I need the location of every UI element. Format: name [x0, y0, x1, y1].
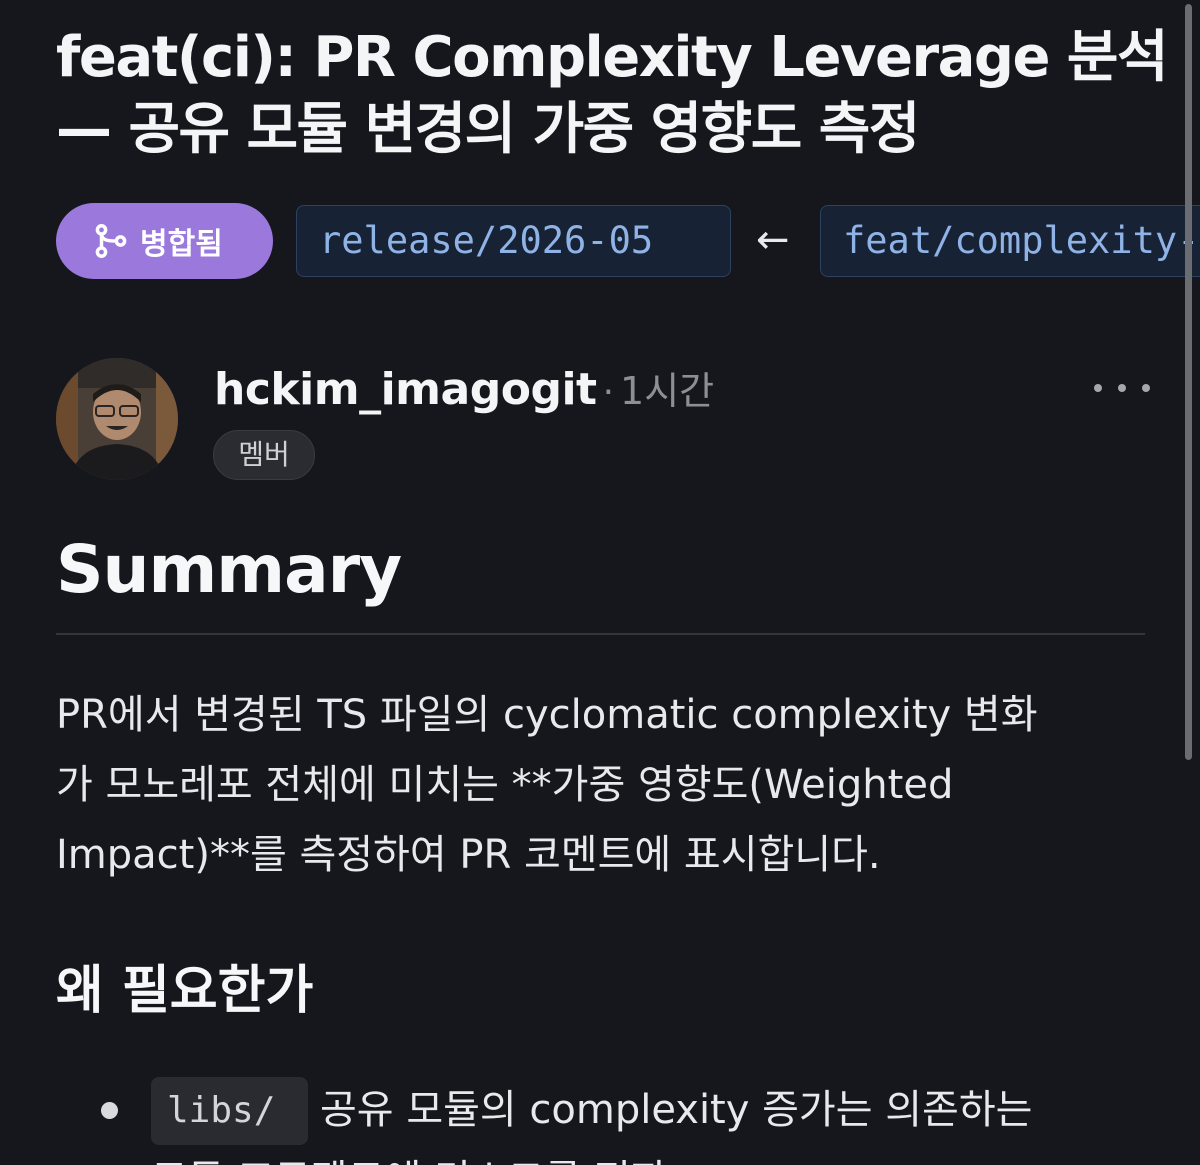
pr-title-line1: feat(ci): PR Complexity Leverage 분석 — [56, 25, 1168, 90]
summary-paragraph: PR에서 변경된 TS 파일의 cyclomatic complexity 변화… — [56, 680, 1156, 890]
inline-code: libs/ — [151, 1077, 308, 1145]
base-branch-label[interactable]: release/2026-05 — [296, 205, 731, 277]
member-role-badge: 멤버 — [213, 430, 315, 480]
git-merge-icon — [95, 224, 127, 258]
pr-title: feat(ci): PR Complexity Leverage 분석 — 공유… — [56, 22, 1168, 166]
summary-line-3: Impact)**를 측정하여 PR 코멘트에 표시합니다. — [56, 832, 881, 878]
summary-line-1: PR에서 변경된 TS 파일의 cyclomatic complexity 변화 — [56, 692, 1038, 738]
more-horizontal-icon — [1094, 384, 1102, 392]
summary-heading: Summary — [56, 531, 402, 608]
author-separator: · — [602, 372, 615, 413]
list-bullet — [101, 1102, 118, 1119]
heading-divider — [56, 633, 1145, 635]
list-item-text-continued: 모든 프로젝트에 리스크를 전파 — [151, 1145, 668, 1165]
pr-title-line2: — 공유 모듈 변경의 가중 영향도 측정 — [56, 97, 920, 162]
merged-status-badge: 병합됨 — [56, 203, 273, 279]
more-options-button[interactable] — [1094, 370, 1150, 406]
more-horizontal-icon-dot2 — [1118, 384, 1126, 392]
author-line: hckim_imagogit · 1시간 — [214, 360, 714, 423]
post-time: 1시간 — [620, 369, 715, 413]
author-name[interactable]: hckim_imagogit — [214, 364, 597, 415]
left-arrow-icon: ← — [756, 217, 790, 263]
list-item-text: 공유 모듈의 complexity 증가는 의존하는 — [320, 1087, 1033, 1133]
author-avatar[interactable] — [56, 358, 178, 480]
more-horizontal-icon-dot3 — [1142, 384, 1150, 392]
head-branch-label[interactable]: feat/complexity-leverage — [820, 205, 1200, 277]
why-heading: 왜 필요한가 — [56, 961, 314, 1021]
author-avatar-image — [56, 358, 178, 480]
summary-line-2: 가 모노레포 전체에 미치는 **가중 영향도(Weighted — [56, 762, 954, 808]
vertical-scrollbar[interactable] — [1185, 4, 1192, 760]
merged-status-label: 병합됨 — [140, 227, 223, 262]
